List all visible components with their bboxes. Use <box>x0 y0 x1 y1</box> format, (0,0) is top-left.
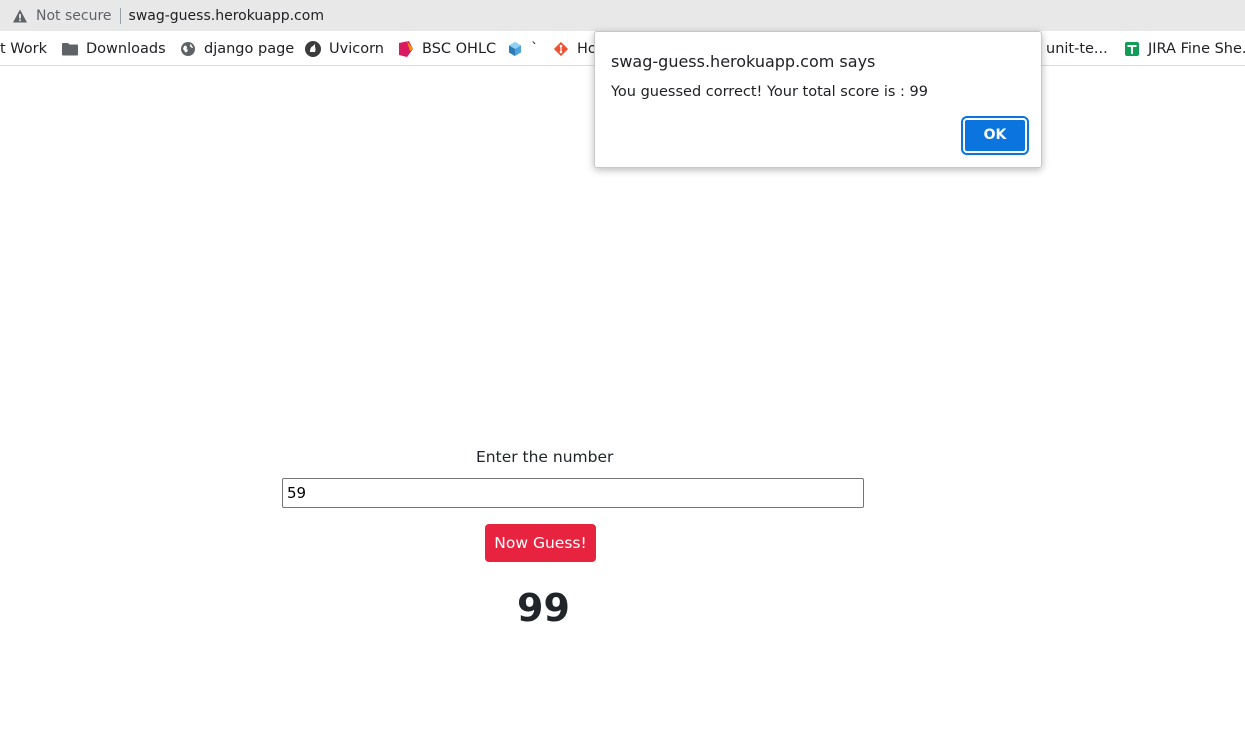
sheets-icon <box>1124 41 1140 57</box>
address-bar[interactable]: Not secure swag-guess.herokuapp.com <box>0 0 1245 31</box>
folder-icon <box>62 41 78 57</box>
bookmark-uvicorn[interactable]: Uvicorn <box>305 31 384 65</box>
bookmark-django-page[interactable]: django page <box>180 31 295 65</box>
omnibox-divider <box>119 7 121 24</box>
bookmark-ho[interactable]: Ho <box>553 31 597 65</box>
enter-number-label: Enter the number <box>476 448 614 466</box>
bookmark-label: Downloads <box>86 40 166 57</box>
bookmark-label: django page <box>204 40 295 57</box>
dialog-ok-button[interactable]: OK <box>961 116 1029 155</box>
globe-icon <box>180 41 196 57</box>
score-display: 99 <box>517 586 570 630</box>
cube-icon <box>507 41 523 57</box>
alert-dialog: swag-guess.herokuapp.com says You guesse… <box>594 31 1042 168</box>
number-input[interactable] <box>282 478 864 508</box>
bookmark-bsc-ohlc[interactable]: BSC OHLC <box>398 31 497 65</box>
url-text[interactable]: swag-guess.herokuapp.com <box>129 8 324 24</box>
unicorn-icon <box>305 40 321 57</box>
dialog-title: swag-guess.herokuapp.com says <box>611 52 876 71</box>
bookmark-label: BSC OHLC <box>422 40 497 57</box>
bookmark-label: ` <box>531 40 539 57</box>
bookmark-label: JIRA Fine She... <box>1148 40 1245 57</box>
security-label[interactable]: Not secure <box>36 8 112 24</box>
bsc-icon <box>398 40 414 57</box>
bookmark-downloads[interactable]: Downloads <box>62 31 166 65</box>
bookmark-work[interactable]: t Work <box>0 31 48 65</box>
bookmark-jira-fine-sheet[interactable]: JIRA Fine She... <box>1124 31 1245 65</box>
dialog-message: You guessed correct! Your total score is… <box>611 84 928 100</box>
bookmark-backtick[interactable]: ` <box>507 31 539 65</box>
bookmark-label: unit-te... <box>1046 40 1108 57</box>
git-icon <box>553 41 569 57</box>
bookmark-unit-te[interactable]: unit-te... <box>1046 31 1108 65</box>
warning-icon[interactable] <box>12 8 28 24</box>
bookmark-label: t Work <box>0 40 48 57</box>
now-guess-button[interactable]: Now Guess! <box>485 524 596 562</box>
bookmark-label: Uvicorn <box>329 40 384 57</box>
